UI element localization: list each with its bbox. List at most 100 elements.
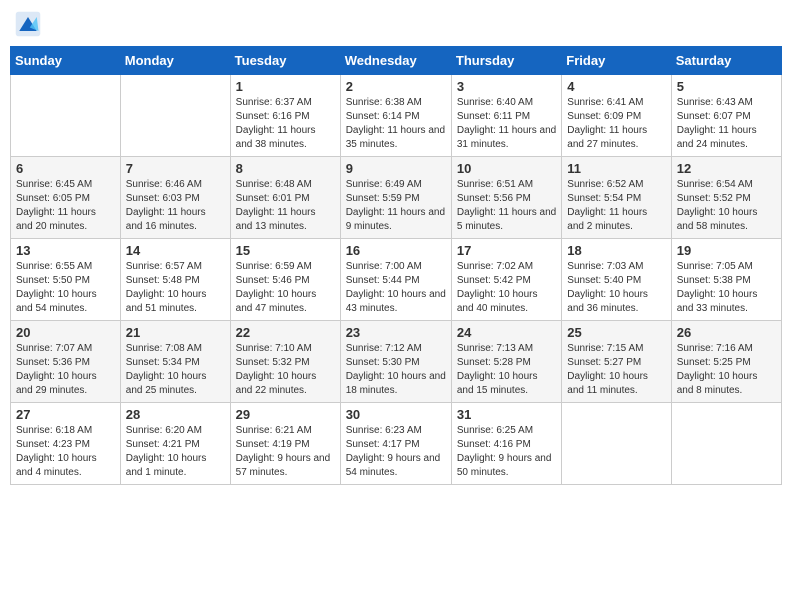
day-number: 8 [236, 161, 335, 176]
day-info: Sunrise: 6:49 AM Sunset: 5:59 PM Dayligh… [346, 178, 446, 234]
day-number: 13 [16, 243, 115, 258]
day-info: Sunrise: 6:40 AM Sunset: 6:11 PM Dayligh… [457, 96, 556, 152]
day-number: 30 [346, 407, 446, 422]
day-number: 1 [236, 79, 335, 94]
day-number: 17 [457, 243, 556, 258]
calendar-cell [120, 75, 230, 157]
calendar-cell: 21 Sunrise: 7:08 AM Sunset: 5:34 PM Dayli… [120, 321, 230, 403]
day-number: 12 [677, 161, 776, 176]
day-number: 18 [567, 243, 665, 258]
day-info: Sunrise: 7:07 AM Sunset: 5:36 PM Dayligh… [16, 342, 115, 398]
calendar-cell: 5 Sunrise: 6:43 AM Sunset: 6:07 PM Daylig… [671, 75, 781, 157]
calendar-cell: 31 Sunrise: 6:25 AM Sunset: 4:16 PM Dayli… [451, 403, 561, 485]
calendar-cell: 26 Sunrise: 7:16 AM Sunset: 5:25 PM Dayli… [671, 321, 781, 403]
day-number: 22 [236, 325, 335, 340]
calendar-cell: 30 Sunrise: 6:23 AM Sunset: 4:17 PM Dayli… [340, 403, 451, 485]
day-info: Sunrise: 7:15 AM Sunset: 5:27 PM Dayligh… [567, 342, 665, 398]
calendar-cell: 3Sunrise: 6:40 AM Sunset: 6:11 PM Daylig… [451, 75, 561, 157]
calendar-cell: 10 Sunrise: 6:51 AM Sunset: 5:56 PM Dayli… [451, 157, 561, 239]
day-info: Sunrise: 6:55 AM Sunset: 5:50 PM Dayligh… [16, 260, 115, 316]
calendar-cell [671, 403, 781, 485]
day-number: 23 [346, 325, 446, 340]
calendar-cell: 13 Sunrise: 6:55 AM Sunset: 5:50 PM Dayli… [11, 239, 121, 321]
calendar-table: SundayMondayTuesdayWednesdayThursdayFrid… [10, 46, 782, 485]
day-info: Sunrise: 7:16 AM Sunset: 5:25 PM Dayligh… [677, 342, 776, 398]
calendar-cell: 6 Sunrise: 6:45 AM Sunset: 6:05 PM Daylig… [11, 157, 121, 239]
day-info: Sunrise: 6:54 AM Sunset: 5:52 PM Dayligh… [677, 178, 776, 234]
day-number: 6 [16, 161, 115, 176]
weekday-header-wednesday: Wednesday [340, 47, 451, 75]
day-info: Sunrise: 6:57 AM Sunset: 5:48 PM Dayligh… [126, 260, 225, 316]
day-number: 4 [567, 79, 665, 94]
calendar-cell: 9 Sunrise: 6:49 AM Sunset: 5:59 PM Daylig… [340, 157, 451, 239]
calendar-cell: 27Sunrise: 6:18 AM Sunset: 4:23 PM Dayli… [11, 403, 121, 485]
day-number: 21 [126, 325, 225, 340]
calendar-week-row: 13 Sunrise: 6:55 AM Sunset: 5:50 PM Dayli… [11, 239, 782, 321]
day-info: Sunrise: 7:12 AM Sunset: 5:30 PM Dayligh… [346, 342, 446, 398]
day-number: 31 [457, 407, 556, 422]
day-info: Sunrise: 6:37 AM Sunset: 6:16 PM Dayligh… [236, 96, 335, 152]
day-info: Sunrise: 6:25 AM Sunset: 4:16 PM Dayligh… [457, 424, 556, 480]
day-info: Sunrise: 6:45 AM Sunset: 6:05 PM Dayligh… [16, 178, 115, 234]
calendar-cell: 8 Sunrise: 6:48 AM Sunset: 6:01 PM Daylig… [230, 157, 340, 239]
day-info: Sunrise: 6:23 AM Sunset: 4:17 PM Dayligh… [346, 424, 446, 480]
day-info: Sunrise: 6:43 AM Sunset: 6:07 PM Dayligh… [677, 96, 776, 152]
day-info: Sunrise: 6:48 AM Sunset: 6:01 PM Dayligh… [236, 178, 335, 234]
calendar-cell: 29Sunrise: 6:21 AM Sunset: 4:19 PM Dayli… [230, 403, 340, 485]
calendar-cell: 12 Sunrise: 6:54 AM Sunset: 5:52 PM Dayli… [671, 157, 781, 239]
logo [14, 10, 46, 38]
logo-icon [14, 10, 42, 38]
day-info: Sunrise: 6:52 AM Sunset: 5:54 PM Dayligh… [567, 178, 665, 234]
day-number: 27 [16, 407, 115, 422]
calendar-cell: 22 Sunrise: 7:10 AM Sunset: 5:32 PM Dayli… [230, 321, 340, 403]
day-info: Sunrise: 6:21 AM Sunset: 4:19 PM Dayligh… [236, 424, 335, 480]
day-number: 7 [126, 161, 225, 176]
day-number: 24 [457, 325, 556, 340]
weekday-header-monday: Monday [120, 47, 230, 75]
day-info: Sunrise: 6:20 AM Sunset: 4:21 PM Dayligh… [126, 424, 225, 480]
day-number: 26 [677, 325, 776, 340]
day-info: Sunrise: 6:46 AM Sunset: 6:03 PM Dayligh… [126, 178, 225, 234]
day-number: 11 [567, 161, 665, 176]
calendar-cell: 14 Sunrise: 6:57 AM Sunset: 5:48 PM Dayli… [120, 239, 230, 321]
calendar-cell: 20 Sunrise: 7:07 AM Sunset: 5:36 PM Dayli… [11, 321, 121, 403]
day-info: Sunrise: 6:51 AM Sunset: 5:56 PM Dayligh… [457, 178, 556, 234]
weekday-header-friday: Friday [562, 47, 671, 75]
day-info: Sunrise: 7:10 AM Sunset: 5:32 PM Dayligh… [236, 342, 335, 398]
calendar-cell: 25 Sunrise: 7:15 AM Sunset: 5:27 PM Dayli… [562, 321, 671, 403]
day-number: 9 [346, 161, 446, 176]
calendar-cell: 19 Sunrise: 7:05 AM Sunset: 5:38 PM Dayli… [671, 239, 781, 321]
calendar-week-row: 27Sunrise: 6:18 AM Sunset: 4:23 PM Dayli… [11, 403, 782, 485]
day-number: 15 [236, 243, 335, 258]
calendar-cell: 24 Sunrise: 7:13 AM Sunset: 5:28 PM Dayli… [451, 321, 561, 403]
calendar-cell: 17Sunrise: 7:02 AM Sunset: 5:42 PM Dayli… [451, 239, 561, 321]
day-number: 14 [126, 243, 225, 258]
page-header [10, 10, 782, 38]
day-number: 28 [126, 407, 225, 422]
day-info: Sunrise: 7:13 AM Sunset: 5:28 PM Dayligh… [457, 342, 556, 398]
day-info: Sunrise: 7:00 AM Sunset: 5:44 PM Dayligh… [346, 260, 446, 316]
calendar-cell: 7 Sunrise: 6:46 AM Sunset: 6:03 PM Daylig… [120, 157, 230, 239]
day-info: Sunrise: 7:08 AM Sunset: 5:34 PM Dayligh… [126, 342, 225, 398]
day-info: Sunrise: 7:03 AM Sunset: 5:40 PM Dayligh… [567, 260, 665, 316]
day-number: 10 [457, 161, 556, 176]
day-number: 19 [677, 243, 776, 258]
calendar-cell: 23 Sunrise: 7:12 AM Sunset: 5:30 PM Dayli… [340, 321, 451, 403]
day-number: 25 [567, 325, 665, 340]
day-info: Sunrise: 6:38 AM Sunset: 6:14 PM Dayligh… [346, 96, 446, 152]
calendar-cell: 15Sunrise: 6:59 AM Sunset: 5:46 PM Dayli… [230, 239, 340, 321]
weekday-header-tuesday: Tuesday [230, 47, 340, 75]
weekday-header-sunday: Sunday [11, 47, 121, 75]
calendar-cell: 28 Sunrise: 6:20 AM Sunset: 4:21 PM Dayli… [120, 403, 230, 485]
day-number: 5 [677, 79, 776, 94]
day-number: 2 [346, 79, 446, 94]
day-number: 20 [16, 325, 115, 340]
calendar-cell [562, 403, 671, 485]
day-info: Sunrise: 7:05 AM Sunset: 5:38 PM Dayligh… [677, 260, 776, 316]
calendar-cell: 2 Sunrise: 6:38 AM Sunset: 6:14 PM Daylig… [340, 75, 451, 157]
day-info: Sunrise: 6:41 AM Sunset: 6:09 PM Dayligh… [567, 96, 665, 152]
calendar-cell [11, 75, 121, 157]
calendar-week-row: 1 Sunrise: 6:37 AM Sunset: 6:16 PM Daylig… [11, 75, 782, 157]
day-number: 16 [346, 243, 446, 258]
calendar-cell: 16 Sunrise: 7:00 AM Sunset: 5:44 PM Dayli… [340, 239, 451, 321]
